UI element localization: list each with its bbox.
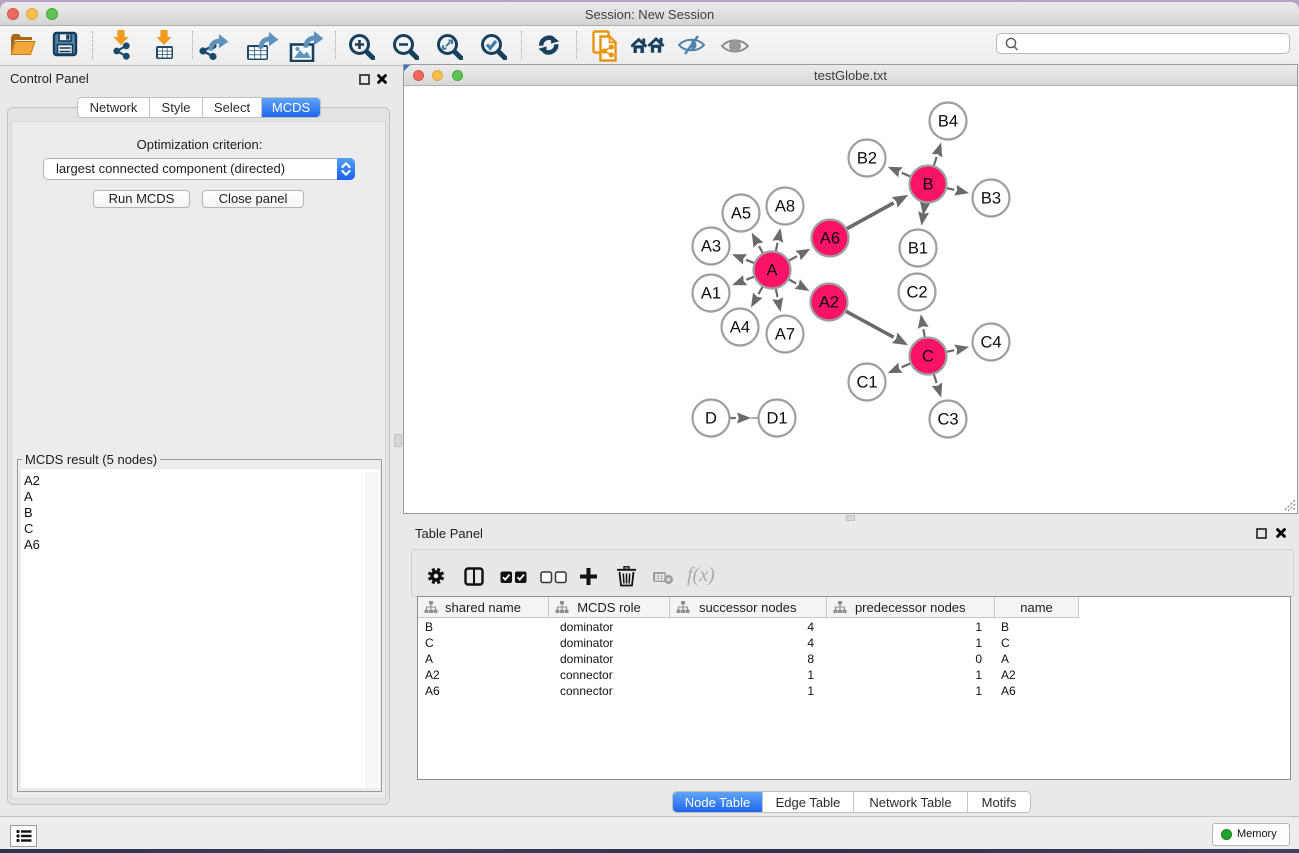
svg-text:A: A xyxy=(766,262,777,280)
svg-text:C2: C2 xyxy=(906,284,927,302)
svg-text:D1: D1 xyxy=(766,410,787,428)
svg-text:B3: B3 xyxy=(981,190,1001,208)
svg-text:C4: C4 xyxy=(980,334,1001,352)
svg-text:A8: A8 xyxy=(775,198,795,216)
svg-text:A6: A6 xyxy=(820,230,840,248)
svg-text:B: B xyxy=(922,176,933,194)
svg-text:B1: B1 xyxy=(908,240,928,258)
svg-text:C3: C3 xyxy=(937,411,958,429)
svg-text:A5: A5 xyxy=(731,205,751,223)
svg-text:C: C xyxy=(922,348,934,366)
svg-text:B4: B4 xyxy=(938,113,958,131)
svg-text:A3: A3 xyxy=(701,238,721,256)
svg-text:D: D xyxy=(705,410,717,428)
svg-text:B2: B2 xyxy=(857,150,877,168)
svg-text:A7: A7 xyxy=(775,326,795,344)
svg-text:A4: A4 xyxy=(730,319,750,337)
svg-text:A2: A2 xyxy=(819,294,839,312)
svg-text:C1: C1 xyxy=(856,374,877,392)
svg-text:A1: A1 xyxy=(701,285,721,303)
